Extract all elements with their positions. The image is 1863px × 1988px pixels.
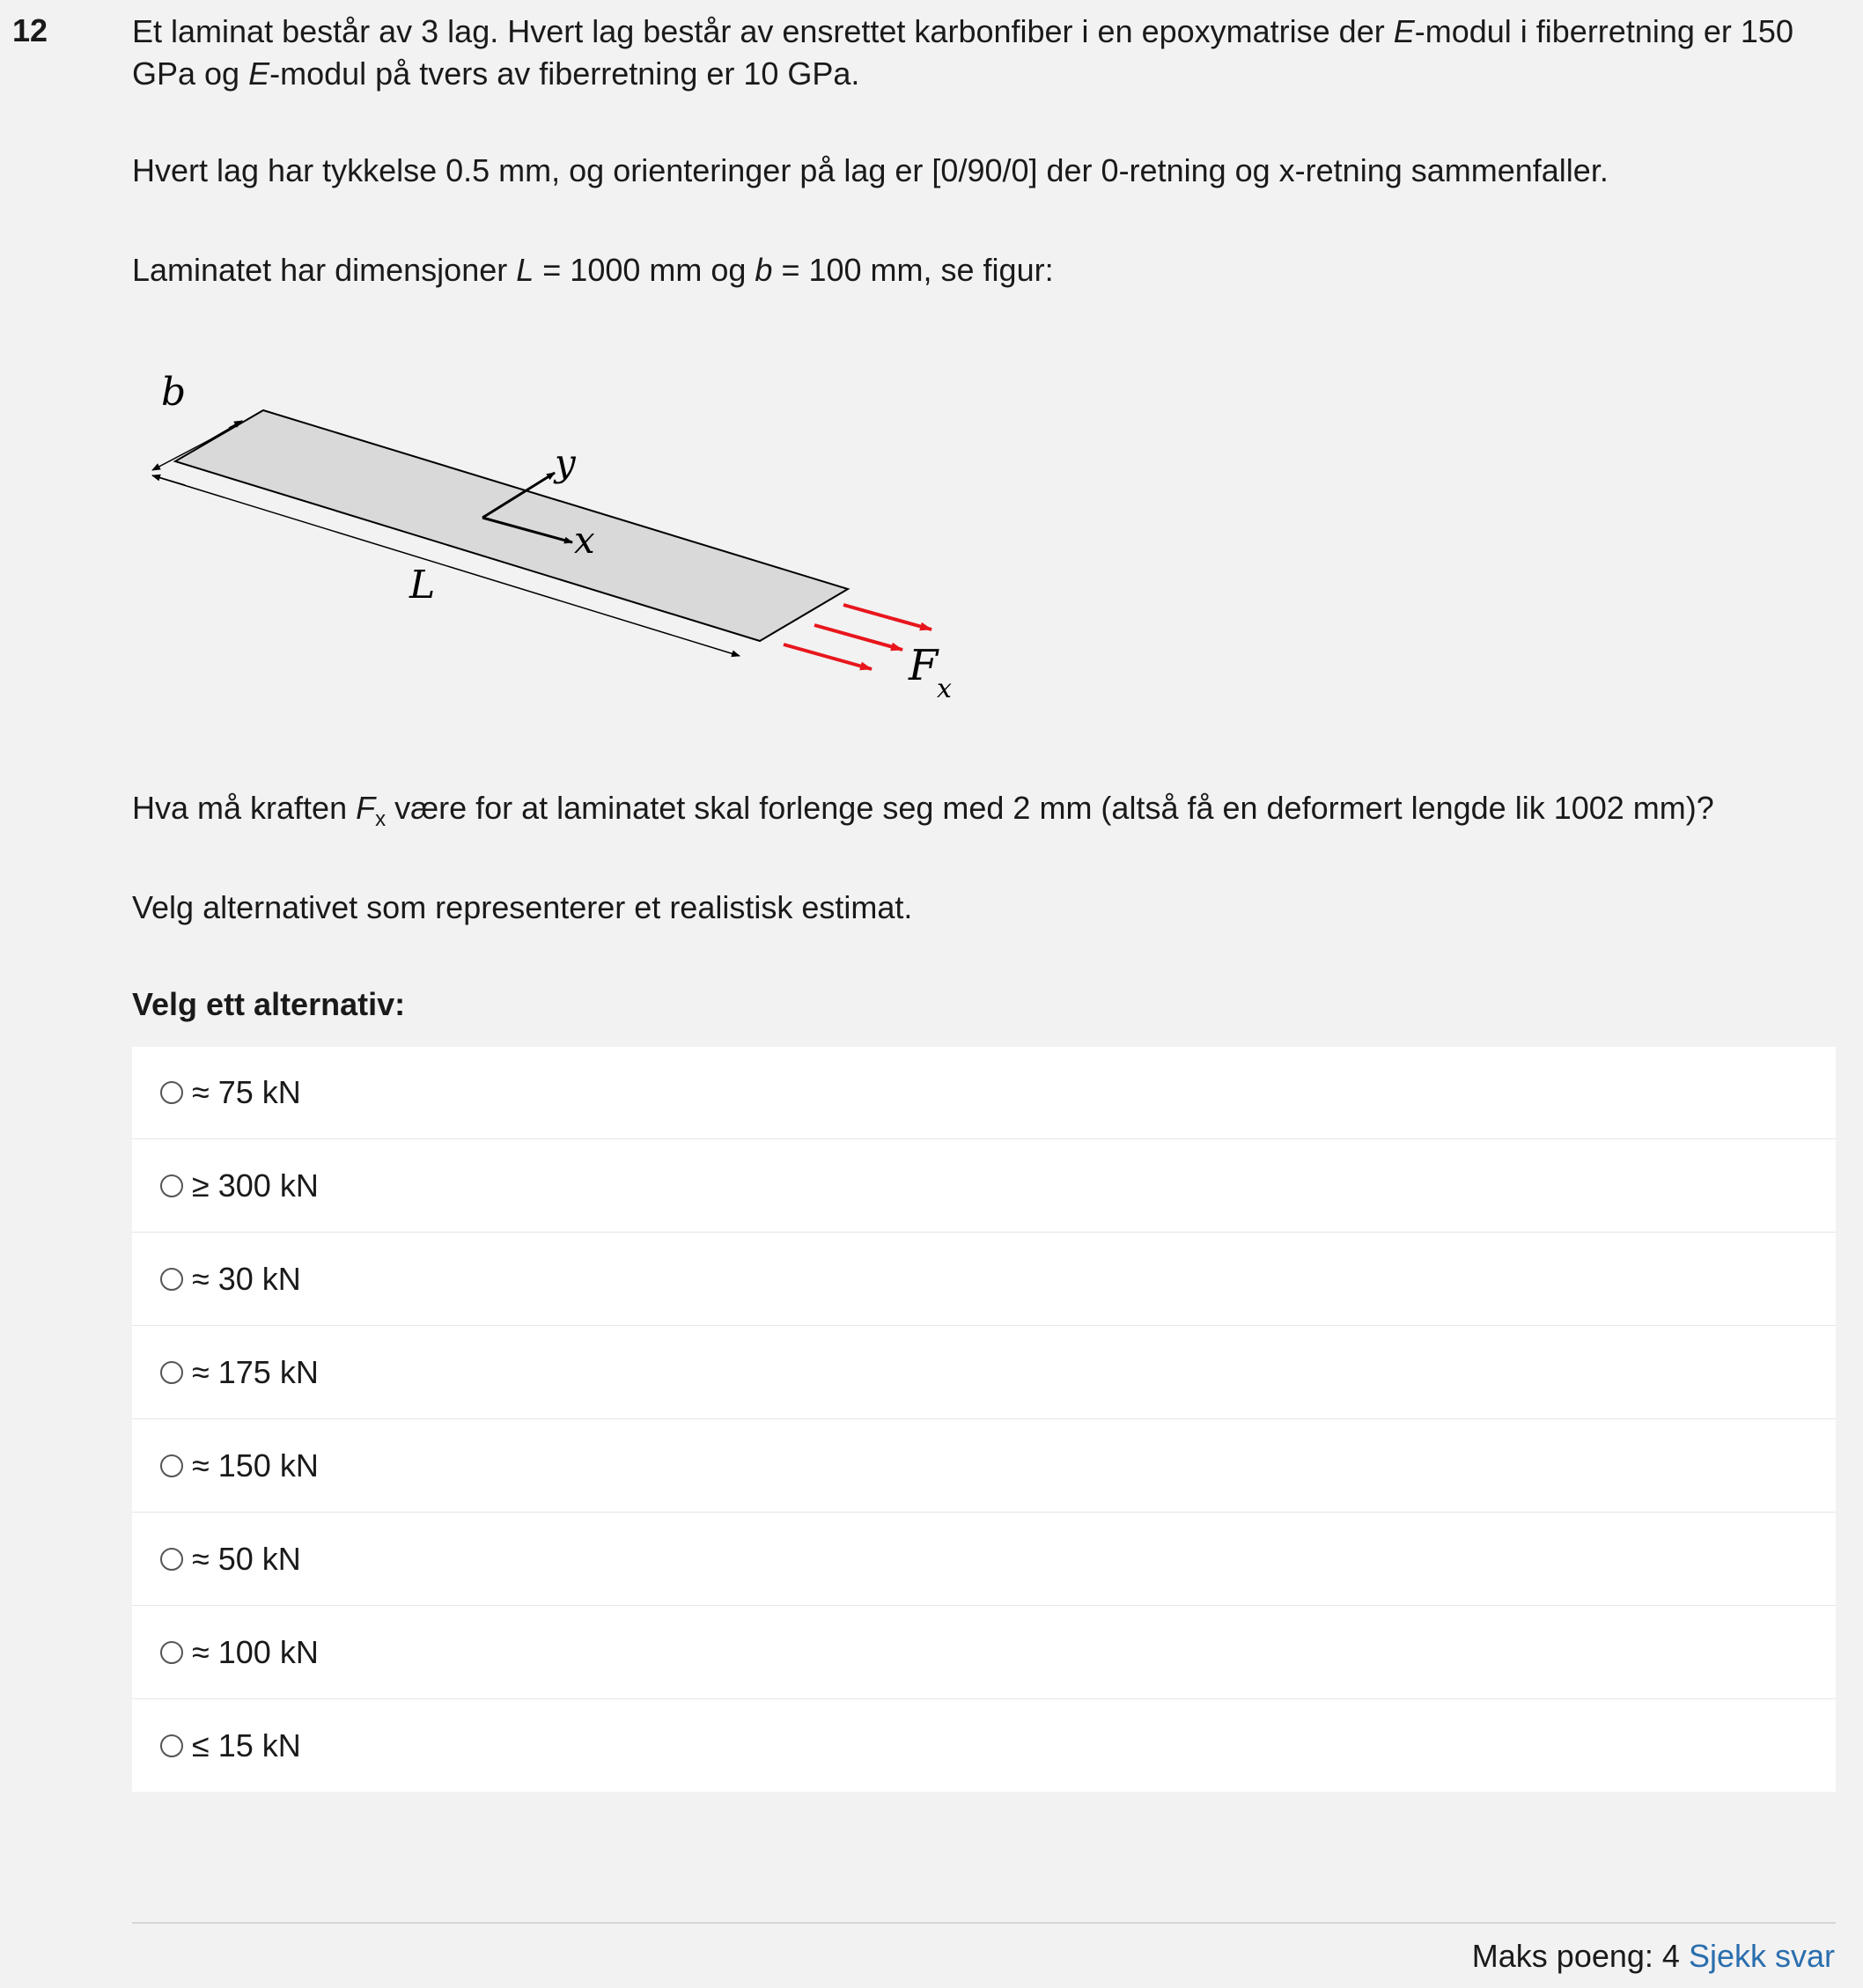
laminate-figure: b L y x F x (151, 370, 952, 704)
max-points: Maks poeng: 4 (1471, 1938, 1680, 1974)
option-label: ≤ 15 kN (192, 1727, 301, 1763)
option-label: ≥ 300 kN (192, 1167, 319, 1204)
radio-button[interactable] (160, 1734, 183, 1757)
label-y: y (553, 441, 577, 484)
option-50kn[interactable]: ≈ 50 kN (132, 1512, 1836, 1605)
label-x: x (574, 519, 595, 562)
option-30kn[interactable]: ≈ 30 kN (132, 1232, 1836, 1325)
option-175kn[interactable]: ≈ 175 kN (132, 1325, 1836, 1418)
option-label: ≈ 150 kN (192, 1447, 319, 1484)
force-arrow-1 (843, 603, 932, 631)
option-label: ≈ 175 kN (192, 1353, 319, 1390)
dimensions-text: Laminatet har dimensjoner L = 1000 mm og… (132, 252, 1054, 288)
instruction-text: Velg alternativet som representerer et r… (132, 889, 913, 925)
radio-button[interactable] (160, 1640, 183, 1664)
radio-button[interactable] (160, 1454, 183, 1477)
option-75kn[interactable]: ≈ 75 kN (132, 1047, 1836, 1138)
option-label: ≈ 100 kN (192, 1633, 319, 1670)
option-100kn[interactable]: ≈ 100 kN (132, 1605, 1836, 1698)
radio-button[interactable] (160, 1081, 183, 1104)
force-question: Hva må kraften Fx være for at laminatet … (132, 790, 1714, 831)
radio-button[interactable] (160, 1360, 183, 1384)
select-heading: Velg ett alternativ: (132, 986, 406, 1022)
label-b: b (161, 370, 186, 415)
check-answer-link[interactable]: Sjekk svar (1689, 1938, 1835, 1974)
question-number: 12 (12, 12, 48, 48)
layer-description: Hvert lag har tykkelse 0.5 mm, og orient… (132, 152, 1609, 188)
option-150kn[interactable]: ≈ 150 kN (132, 1418, 1836, 1512)
option-label: ≈ 50 kN (192, 1540, 301, 1577)
option-300kn[interactable]: ≥ 300 kN (132, 1138, 1836, 1232)
radio-button[interactable] (160, 1267, 183, 1291)
footer-divider (132, 1922, 1836, 1924)
force-arrow-2 (814, 623, 903, 652)
question-intro: Et laminat består av 3 lag. Hvert lag be… (132, 13, 1793, 92)
question-footer: Maks poeng: 4 Sjekk svar (1472, 1935, 1835, 1977)
label-F: F (908, 641, 939, 690)
force-arrow-3 (783, 643, 873, 671)
label-L: L (409, 563, 435, 607)
radio-button[interactable] (160, 1174, 183, 1197)
answer-options: ≈ 75 kN ≥ 300 kN ≈ 30 kN ≈ 175 kN ≈ 150 … (132, 1047, 1836, 1792)
radio-button[interactable] (160, 1547, 183, 1571)
option-label: ≈ 75 kN (192, 1074, 301, 1110)
option-label: ≈ 30 kN (192, 1260, 301, 1297)
option-15kn[interactable]: ≤ 15 kN (132, 1698, 1836, 1792)
label-F-sub: x (937, 674, 952, 704)
